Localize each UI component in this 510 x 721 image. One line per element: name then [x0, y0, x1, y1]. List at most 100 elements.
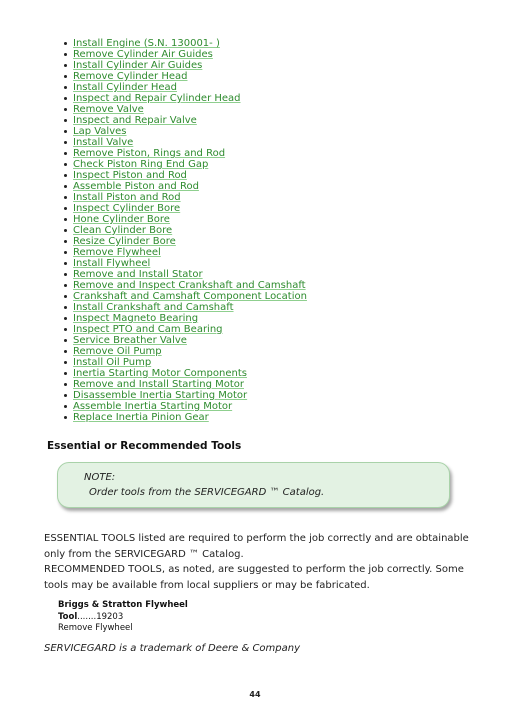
toc-link[interactable]: Install Cylinder Head — [73, 82, 177, 93]
bullet-icon — [64, 64, 67, 67]
toc-link[interactable]: Install Piston and Rod — [73, 192, 181, 203]
bullet-icon — [64, 108, 67, 111]
toc-link[interactable]: Install Oil Pump — [73, 357, 151, 368]
toc-link[interactable]: Remove Flywheel — [73, 247, 161, 258]
toc-link[interactable]: Remove and Install Starting Motor — [73, 379, 244, 390]
bullet-icon — [64, 152, 67, 155]
toc-link[interactable]: Install Engine (S.N. 130001- ) — [73, 38, 220, 49]
toc-link[interactable]: Assemble Piston and Rod — [73, 181, 199, 192]
toc-link[interactable]: Inertia Starting Motor Components — [73, 368, 247, 379]
bullet-icon — [64, 295, 67, 298]
toc-list-item: Remove Valve — [62, 104, 307, 115]
toc-link[interactable]: Inspect Magneto Bearing — [73, 313, 198, 324]
bullet-icon — [64, 185, 67, 188]
bullet-icon — [64, 53, 67, 56]
toc-link[interactable]: Install Flywheel — [73, 258, 150, 269]
trademark-notice: SERVICEGARD is a trademark of Deere & Co… — [44, 643, 301, 654]
toc-link[interactable]: Replace Inertia Pinion Gear — [73, 412, 209, 423]
toc-list-item: Remove Piston, Rings and Rod — [62, 148, 307, 159]
toc-list-item: Install Flywheel — [62, 258, 307, 269]
bullet-icon — [64, 262, 67, 265]
bullet-icon — [64, 372, 67, 375]
toc-list-item: Remove and Install Stator — [62, 269, 307, 280]
note-text: Order tools from the SERVICEGARD ™ Catal… — [89, 487, 325, 498]
toc-list-item: Lap Valves — [62, 126, 307, 137]
toc-list-item: Check Piston Ring End Gap — [62, 159, 307, 170]
toc-link[interactable]: Inspect and Repair Cylinder Head — [73, 93, 241, 104]
recommended-tools-text: RECOMMENDED TOOLS, as noted, are suggest… — [44, 564, 464, 591]
bullet-icon — [64, 284, 67, 287]
toc-link[interactable]: Install Crankshaft and Camshaft — [73, 302, 234, 313]
toc-list-item: Remove Cylinder Head — [62, 71, 307, 82]
bullet-icon — [64, 196, 67, 199]
toc-list-item: Install Cylinder Air Guides — [62, 60, 307, 71]
bullet-icon — [64, 394, 67, 397]
toc-link[interactable]: Remove Valve — [73, 104, 144, 115]
toc-link[interactable]: Inspect and Repair Valve — [73, 115, 197, 126]
toc-list-item: Assemble Piston and Rod — [62, 181, 307, 192]
toc-list-item: Remove and Install Starting Motor — [62, 379, 307, 390]
toc-link-list: Install Engine (S.N. 130001- ) Remove Cyl… — [62, 38, 307, 423]
toc-list-item: Clean Cylinder Bore — [62, 225, 307, 236]
toc-link[interactable]: Crankshaft and Camshaft Component Locati… — [73, 291, 307, 302]
toc-list-item: Assemble Inertia Starting Motor — [62, 401, 307, 412]
bullet-icon — [64, 339, 67, 342]
toc-list-item: Inspect and Repair Valve — [62, 115, 307, 126]
toc-link[interactable]: Install Cylinder Air Guides — [73, 60, 202, 71]
toc-list-item: Inspect Cylinder Bore — [62, 203, 307, 214]
bullet-icon — [64, 130, 67, 133]
toc-link[interactable]: Remove Cylinder Head — [73, 71, 188, 82]
toc-link[interactable]: Inspect Cylinder Bore — [73, 203, 180, 214]
toc-list-item: Install Valve — [62, 137, 307, 148]
toc-link[interactable]: Service Breather Valve — [73, 335, 187, 346]
toc-list-item: Remove and Inspect Crankshaft and Camsha… — [62, 280, 307, 291]
toc-list-item: Inspect Magneto Bearing — [62, 313, 307, 324]
note-label: NOTE: — [84, 472, 116, 483]
toc-link[interactable]: Remove Piston, Rings and Rod — [73, 148, 225, 159]
toc-link[interactable]: Remove Cylinder Air Guides — [73, 49, 213, 60]
toc-link[interactable]: Hone Cylinder Bore — [73, 214, 170, 225]
toc-link[interactable]: Remove and Install Stator — [73, 269, 203, 280]
bullet-icon — [64, 317, 67, 320]
note-box: NOTE: Order tools from the SERVICEGARD ™… — [57, 462, 450, 508]
toc-list-item: Remove Cylinder Air Guides — [62, 49, 307, 60]
toc-link[interactable]: Check Piston Ring End Gap — [73, 159, 208, 170]
toc-list-item: Inspect and Repair Cylinder Head — [62, 93, 307, 104]
essential-tools-text: ESSENTIAL TOOLS listed are required to p… — [44, 533, 469, 560]
bullet-icon — [64, 75, 67, 78]
toc-link[interactable]: Inspect PTO and Cam Bearing — [73, 324, 223, 335]
tools-description: ESSENTIAL TOOLS listed are required to p… — [44, 531, 484, 593]
toc-link[interactable]: Remove Oil Pump — [73, 346, 162, 357]
section-heading: Essential or Recommended Tools — [47, 440, 242, 452]
tool-dots: ....... — [77, 611, 97, 622]
page-number: 44 — [249, 690, 261, 699]
bullet-icon — [64, 141, 67, 144]
bullet-icon — [64, 97, 67, 100]
bullet-icon — [64, 383, 67, 386]
bullet-icon — [64, 306, 67, 309]
toc-list-item: Install Oil Pump — [62, 357, 307, 368]
tool-number-line: Tool.......19203 — [58, 612, 188, 624]
bullet-icon — [64, 361, 67, 364]
toc-link[interactable]: Install Valve — [73, 137, 133, 148]
bullet-icon — [64, 163, 67, 166]
bullet-icon — [64, 416, 67, 419]
toc-link[interactable]: Inspect Piston and Rod — [73, 170, 187, 181]
toc-link[interactable]: Resize Cylinder Bore — [73, 236, 176, 247]
tool-use: Remove Flywheel — [58, 623, 133, 633]
tool-number: 19203 — [96, 611, 124, 622]
toc-link[interactable]: Assemble Inertia Starting Motor — [73, 401, 232, 412]
tool-name-suffix: Tool — [58, 611, 78, 622]
bullet-icon — [64, 350, 67, 353]
toc-list-item: Inspect Piston and Rod — [62, 170, 307, 181]
toc-link[interactable]: Clean Cylinder Bore — [73, 225, 172, 236]
toc-link[interactable]: Remove and Inspect Crankshaft and Camsha… — [73, 280, 306, 291]
toc-link[interactable]: Lap Valves — [73, 126, 126, 137]
toc-list-item: Disassemble Inertia Starting Motor — [62, 390, 307, 401]
toc-list-item: Install Piston and Rod — [62, 192, 307, 203]
toc-list-item: Remove Flywheel — [62, 247, 307, 258]
toc-list-item: Install Engine (S.N. 130001- ) — [62, 38, 307, 49]
toc-link[interactable]: Disassemble Inertia Starting Motor — [73, 390, 247, 401]
bullet-icon — [64, 86, 67, 89]
bullet-icon — [64, 251, 67, 254]
